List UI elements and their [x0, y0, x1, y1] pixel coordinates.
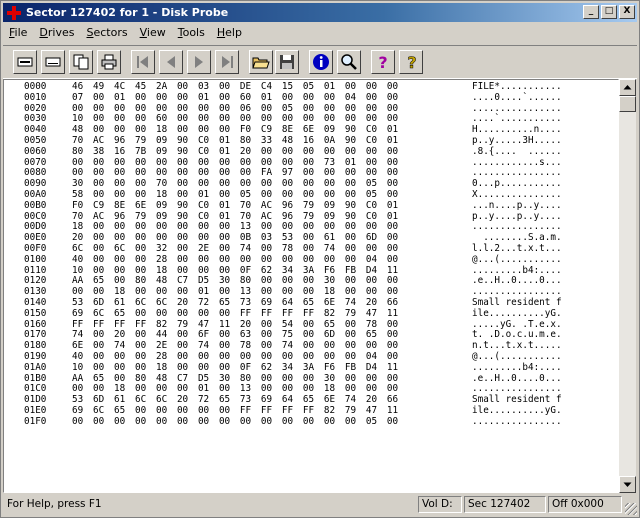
arrow-up-icon — [623, 85, 632, 90]
help-icon: ? — [378, 53, 387, 71]
info-icon — [313, 54, 329, 70]
menu-bar: File Drives Sectors View Tools Help — [3, 24, 248, 42]
svg-text:?: ? — [407, 53, 416, 71]
row-hex-bytes[interactable]: 40 00 00 00 28 00 00 00 00 00 00 00 00 0… — [72, 254, 472, 266]
menu-tools[interactable]: Tools — [172, 24, 211, 42]
hex-view[interactable]: 0000 46 49 4C 45 2A 00 03 00 DE C4 15 05 … — [3, 79, 619, 493]
arrow-down-icon — [623, 482, 632, 487]
row-offset: 01F0 — [24, 415, 47, 427]
previous-sector-button[interactable] — [159, 50, 183, 74]
row-offset: 01A0 — [24, 361, 47, 373]
read-button[interactable] — [13, 50, 37, 74]
status-offset: Off 0x000 — [548, 496, 622, 513]
row-hex-bytes[interactable]: 00 00 00 00 00 00 00 00 00 00 00 00 00 0… — [72, 416, 472, 428]
print-icon — [101, 54, 117, 70]
hex-row[interactable]: 01A0 10 00 00 00 18 00 00 00 0F 62 34 3A … — [4, 361, 618, 374]
menu-help[interactable]: Help — [211, 24, 248, 42]
row-offset: 0150 — [24, 307, 47, 319]
scroll-thumb[interactable] — [619, 96, 636, 112]
row-ascii[interactable]: ile..........yG. — [472, 308, 618, 320]
previous-sector-icon — [167, 56, 175, 68]
write-button[interactable] — [41, 50, 65, 74]
window-controls: _ □ X — [581, 5, 635, 19]
read-icon — [17, 57, 33, 67]
hex-row[interactable]: 0010 07 00 01 00 00 00 01 00 60 01 00 00 … — [4, 91, 618, 104]
disk-probe-window: Sector 127402 for 1 - Disk Probe _ □ X F… — [0, 0, 640, 518]
write-icon — [45, 57, 61, 67]
last-sector-icon — [222, 56, 233, 68]
status-sector: Sec 127402 — [464, 496, 546, 513]
row-ascii[interactable]: ...n....p..y.... — [472, 200, 618, 212]
open-icon — [252, 57, 270, 69]
status-bar: For Help, press F1 Vol D: Sec 127402 Off… — [3, 495, 637, 515]
row-ascii[interactable]: ....0....`...... — [472, 92, 618, 104]
menu-view[interactable]: View — [134, 24, 172, 42]
row-ascii[interactable]: .8.{.... ...... — [472, 146, 618, 158]
next-sector-button[interactable] — [187, 50, 211, 74]
first-sector-icon — [137, 56, 148, 68]
status-volume: Vol D: — [418, 496, 462, 513]
row-hex-bytes[interactable]: 69 6C 65 00 00 00 00 00 FF FF FF FF 82 7… — [72, 308, 472, 320]
menu-file[interactable]: File — [3, 24, 33, 42]
save-icon — [280, 55, 294, 69]
row-offset: 0010 — [24, 91, 47, 103]
search-icon — [341, 54, 357, 70]
hex-row[interactable]: 00B0 F0 C9 8E 6E 09 90 C0 01 70 AC 96 79 … — [4, 199, 618, 212]
copy-icon — [73, 54, 89, 70]
row-ascii[interactable]: ................ — [472, 416, 618, 428]
next-sector-icon — [195, 56, 203, 68]
help-button[interactable]: ? — [371, 50, 395, 74]
minimize-button[interactable]: _ — [583, 5, 599, 19]
title-bar[interactable]: Sector 127402 for 1 - Disk Probe _ □ X — [3, 3, 637, 22]
info-button[interactable] — [309, 50, 333, 74]
resize-grip[interactable] — [625, 503, 637, 515]
menu-drives[interactable]: Drives — [33, 24, 80, 42]
menu-sectors[interactable]: Sectors — [81, 24, 134, 42]
maximize-button[interactable]: □ — [601, 5, 617, 19]
row-offset: 0060 — [24, 145, 47, 157]
context-help-button[interactable]: ? — [399, 50, 423, 74]
disk-probe-cross-icon[interactable] — [6, 5, 22, 21]
open-button[interactable] — [249, 50, 273, 74]
print-button[interactable] — [97, 50, 121, 74]
scroll-down-button[interactable] — [619, 476, 636, 493]
hex-row[interactable]: 0060 80 38 16 7B 09 90 C0 01 20 00 00 00 … — [4, 145, 618, 158]
row-ascii[interactable]: @...(........... — [472, 254, 618, 266]
hex-rows: 0000 46 49 4C 45 2A 00 03 00 DE C4 15 05 … — [4, 81, 618, 428]
last-sector-button[interactable] — [215, 50, 239, 74]
scroll-up-button[interactable] — [619, 79, 636, 96]
row-hex-bytes[interactable]: 80 38 16 7B 09 90 C0 01 20 00 00 00 00 0… — [72, 146, 472, 158]
hex-row[interactable]: 0150 69 6C 65 00 00 00 00 00 FF FF FF FF … — [4, 307, 618, 320]
save-button[interactable] — [275, 50, 299, 74]
search-button[interactable] — [337, 50, 361, 74]
context-help-icon: ? — [407, 53, 417, 71]
hex-row[interactable]: 01F0 00 00 00 00 00 00 00 00 00 00 00 00 … — [4, 415, 618, 428]
toolbar: ? ? — [3, 45, 637, 79]
row-hex-bytes[interactable]: 07 00 01 00 00 00 01 00 60 01 00 00 00 0… — [72, 92, 472, 104]
row-offset: 0100 — [24, 253, 47, 265]
svg-text:?: ? — [378, 53, 387, 71]
row-offset: 00B0 — [24, 199, 47, 211]
row-hex-bytes[interactable]: 10 00 00 00 18 00 00 00 0F 62 34 3A F6 F… — [72, 362, 472, 374]
copy-button[interactable] — [69, 50, 93, 74]
window-title: Sector 127402 for 1 - Disk Probe — [26, 6, 229, 19]
row-ascii[interactable]: .........b4:.... — [472, 362, 618, 374]
row-hex-bytes[interactable]: F0 C9 8E 6E 09 90 C0 01 70 AC 96 79 09 9… — [72, 200, 472, 212]
close-button[interactable]: X — [619, 5, 635, 19]
first-sector-button[interactable] — [131, 50, 155, 74]
hex-row[interactable]: 0100 40 00 00 00 28 00 00 00 00 00 00 00 … — [4, 253, 618, 266]
vertical-scrollbar[interactable] — [619, 79, 636, 493]
status-help-text: For Help, press F1 — [7, 498, 102, 510]
